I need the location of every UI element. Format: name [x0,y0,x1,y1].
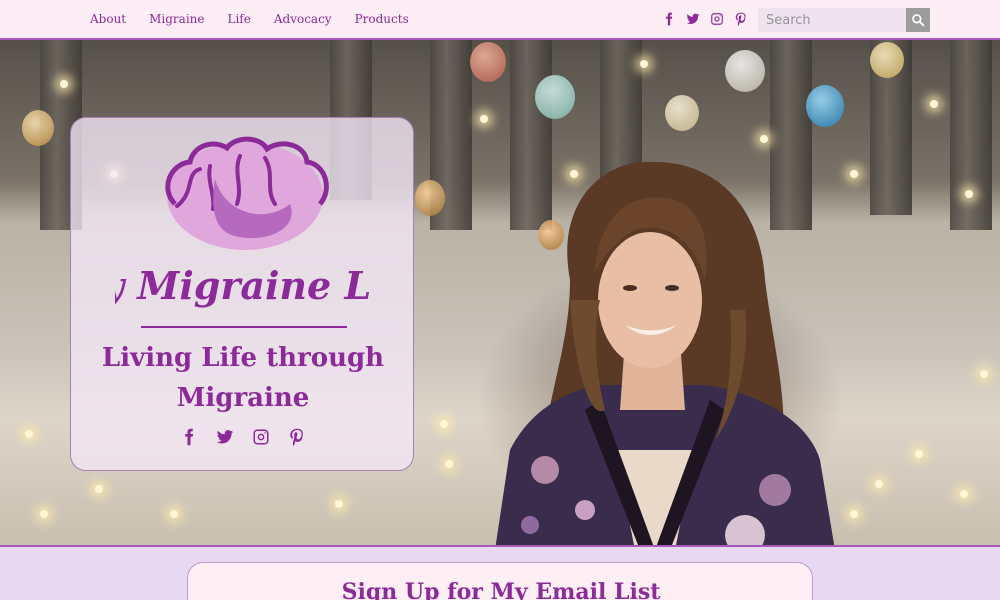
ornament [470,42,506,82]
string-light [170,510,178,518]
twitter-icon[interactable] [215,427,234,446]
string-light [60,80,68,88]
pinterest-icon[interactable] [733,10,749,28]
string-light [930,100,938,108]
nav-life-link[interactable]: Life [228,12,251,26]
ornament [415,180,445,216]
my-migraine-life-logo[interactable]: My Migraine Life [115,134,371,324]
instagram-icon[interactable] [709,10,725,28]
string-light [440,420,448,428]
main-nav: About Migraine Life Advocacy Products [90,0,409,38]
string-light [915,450,923,458]
svg-text:My Migraine Life: My Migraine Life [115,263,371,308]
search-button[interactable] [906,8,930,32]
signup-heading: Sign Up for My Email List [341,579,661,600]
string-light [960,490,968,498]
ornament [22,110,54,146]
ornament [806,85,844,127]
background-fence-slat [950,40,992,230]
string-light [445,460,453,468]
string-light [875,480,883,488]
ornament [870,42,904,78]
search-icon [912,14,925,27]
site-tagline: Living Life through Migraine [101,343,385,413]
pinterest-icon[interactable] [287,427,306,446]
search-input[interactable] [758,8,906,32]
nav-migraine-link[interactable]: Migraine [149,12,204,26]
twitter-icon[interactable] [685,10,701,28]
email-signup-box: Sign Up for My Email List [187,562,813,600]
instagram-icon[interactable] [251,427,270,446]
string-light [965,190,973,198]
facebook-icon[interactable] [179,427,198,446]
ornament [535,75,575,119]
site-logo-card: My Migraine Life Living Life through Mig… [70,117,414,471]
hero-social-links [179,427,306,446]
header-social-links [661,10,749,28]
string-light [95,485,103,493]
logo-wordmark: My Migraine Life [115,263,371,308]
search-form [758,8,930,32]
logo-divider [141,326,347,328]
nav-products-link[interactable]: Products [355,12,409,26]
string-light [640,60,648,68]
string-light [25,430,33,438]
string-light [760,135,768,143]
facebook-icon[interactable] [661,10,677,28]
string-light [40,510,48,518]
hero-portrait-photo [495,161,835,545]
string-light [850,510,858,518]
string-light [980,370,988,378]
string-light [335,500,343,508]
string-light [480,115,488,123]
ornament [725,50,765,92]
hero-banner: My Migraine Life Living Life through Mig… [0,40,1000,547]
nav-about-link[interactable]: About [90,12,126,26]
ornament [665,95,699,131]
top-navigation-bar: About Migraine Life Advocacy Products [0,0,1000,40]
string-light [850,170,858,178]
nav-advocacy-link[interactable]: Advocacy [274,12,332,26]
